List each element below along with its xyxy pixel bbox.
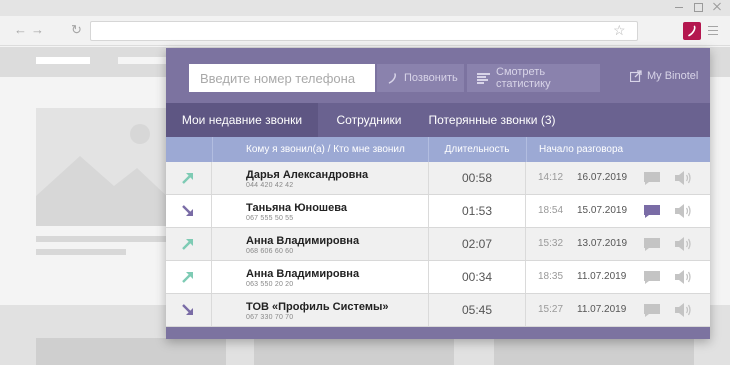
call-button[interactable]: Позвонить [377, 64, 464, 92]
close-window-icon[interactable] [712, 2, 722, 12]
call-date: 11.07.2019 [577, 271, 627, 282]
footer-block [36, 338, 226, 365]
contact-number: 068 606 60 60 [246, 248, 294, 255]
contact-number: 067 330 70 70 [246, 314, 294, 321]
contact-name[interactable]: Дарья Александровна [246, 169, 368, 181]
footer-block [494, 338, 694, 365]
call-duration: 00:58 [428, 162, 526, 194]
call-time: 14:12 [538, 172, 564, 183]
logo-placeholder [36, 57, 90, 64]
call-direction [166, 294, 212, 326]
call-time: 15:32 [538, 238, 564, 249]
back-arrow-icon[interactable]: ← [14, 23, 27, 37]
call-time: 15:27 [538, 304, 564, 315]
contact-number: 044 420 42 42 [246, 182, 294, 189]
contact-name[interactable]: ТОВ «Профиль Системы» [246, 301, 389, 313]
text-line-placeholder [36, 236, 170, 242]
column-header-start: Начало разговора [539, 144, 624, 155]
address-bar[interactable] [90, 21, 638, 41]
call-button-label: Позвонить [404, 72, 458, 84]
call-direction [166, 162, 212, 194]
call-duration: 00:34 [428, 261, 526, 293]
view-statistics-button[interactable]: Смотреть статистику [467, 64, 600, 92]
image-placeholder [36, 108, 171, 226]
column-header-duration: Длительность [444, 144, 510, 155]
comment-icon[interactable] [644, 172, 660, 185]
footer-block [254, 338, 454, 365]
call-direction [166, 261, 212, 293]
my-binotel-label: My Binotel [647, 70, 699, 82]
contact-name[interactable]: Таньяна Юношева [246, 202, 347, 214]
call-direction [166, 228, 212, 260]
call-date: 16.07.2019 [577, 172, 628, 183]
call-duration: 05:45 [428, 294, 526, 326]
maximize-icon[interactable] [693, 2, 703, 12]
call-duration: 01:53 [428, 195, 526, 227]
browser-menu-icon[interactable] [708, 26, 718, 35]
speaker-icon[interactable] [675, 303, 692, 317]
call-row[interactable]: Анна Владимировна 063 550 20 20 00:34 18:35… [166, 261, 710, 294]
column-header-who: Кому я звонил(а) / Кто мне звонил [246, 144, 405, 155]
call-time: 18:35 [538, 271, 564, 282]
bookmark-star-icon[interactable]: ☆ [613, 22, 626, 38]
call-duration: 02:07 [428, 228, 526, 260]
call-date: 15.07.2019 [577, 205, 628, 216]
call-direction [166, 195, 212, 227]
tab-employees[interactable]: Сотрудники [318, 103, 420, 137]
minimize-icon[interactable] [674, 2, 684, 12]
call-row[interactable]: ТОВ «Профиль Системы» 067 330 70 70 05:45 1… [166, 294, 710, 327]
window-titlebar [0, 0, 730, 16]
tab-recent-calls[interactable]: Мои недавние звонки [166, 103, 318, 137]
browser-toolbar: ← → ↻ ☆ [0, 16, 730, 46]
phone-icon [388, 72, 396, 84]
speaker-icon[interactable] [675, 171, 692, 185]
contact-number: 067 555 50 55 [246, 215, 294, 222]
call-date: 13.07.2019 [577, 238, 628, 249]
phone-number-input[interactable] [189, 64, 375, 92]
text-line-placeholder [36, 249, 126, 255]
binotel-extension-icon[interactable] [683, 22, 701, 40]
call-row[interactable]: Дарья Александровна 044 420 42 42 00:58 14:… [166, 162, 710, 195]
call-row[interactable]: Таньяна Юношева 067 555 50 55 01:53 18:54 15… [166, 195, 710, 228]
call-date: 11.07.2019 [577, 304, 627, 315]
tab-missed-calls[interactable]: Потерянные звонки (3) [420, 103, 564, 137]
forward-arrow-icon[interactable]: → [31, 23, 44, 37]
comment-icon[interactable] [644, 304, 660, 317]
statistics-icon [477, 72, 490, 84]
call-time: 18:54 [538, 205, 564, 216]
comment-icon[interactable] [644, 271, 660, 284]
popup-tabs: Мои недавние звонки Сотрудники Потерянны… [166, 103, 710, 137]
speaker-icon[interactable] [675, 237, 692, 251]
call-row[interactable]: Анна Владимировна 068 606 60 60 02:07 15:32… [166, 228, 710, 261]
popup-footer [166, 327, 710, 339]
contact-name[interactable]: Анна Владимировна [246, 268, 359, 280]
speaker-icon[interactable] [675, 270, 692, 284]
view-statistics-label: Смотреть статистику [496, 66, 551, 90]
contact-name[interactable]: Анна Владимировна [246, 235, 359, 247]
nav-placeholder [118, 57, 168, 64]
speaker-icon[interactable] [675, 204, 692, 218]
comment-icon[interactable] [644, 238, 660, 251]
comment-icon[interactable] [644, 205, 660, 218]
my-binotel-link[interactable]: My Binotel [630, 70, 698, 82]
external-link-icon [630, 70, 642, 82]
contact-number: 063 550 20 20 [246, 281, 294, 288]
binotel-popup: Позвонить Смотреть статистику My Binotel… [166, 48, 710, 339]
reload-icon[interactable]: ↻ [71, 23, 82, 37]
calls-table-header: Кому я звонил(а) / Кто мне звонил Длител… [166, 137, 710, 162]
